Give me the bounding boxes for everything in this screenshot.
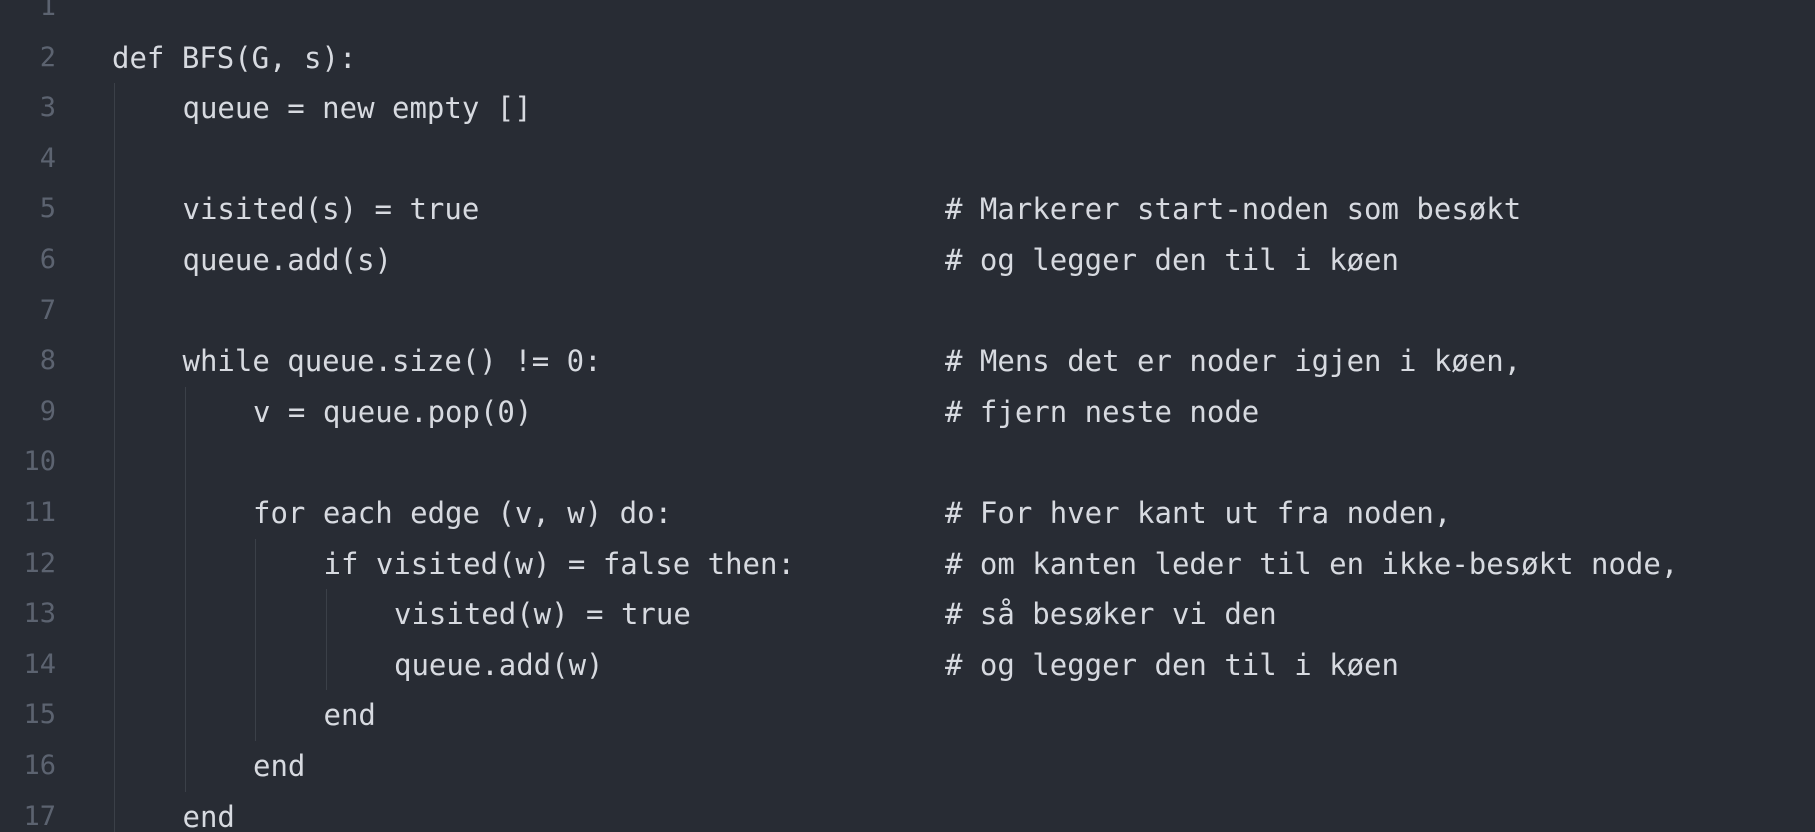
code-line[interactable]: 8 while queue.size() != 0: # Mens det er n…	[0, 336, 1815, 387]
code-area[interactable]: 1 2 def BFS(G, s): 3 queue = new empty [] 4 5 v…	[0, 0, 1815, 832]
line-number: 8	[39, 345, 56, 377]
code-comment: # fjern neste node	[945, 394, 1260, 429]
line-number: 9	[39, 395, 56, 427]
code-line[interactable]: 12 if visited(w) = false then: # om kanten…	[0, 539, 1815, 590]
line-number: 6	[39, 243, 56, 275]
code-line[interactable]: 11 for each edge (v, w) do: # For hver kan…	[0, 488, 1815, 539]
code-comment: # Mens det er noder igjen i køen,	[945, 344, 1522, 379]
line-number: 4	[39, 142, 56, 174]
code-line[interactable]: 9 v = queue.pop(0) # fjern neste node	[0, 387, 1815, 438]
line-number: 7	[39, 294, 56, 326]
code-line[interactable]: 17 end	[0, 792, 1815, 832]
code-comment: # For hver kant ut fra noden,	[945, 495, 1452, 530]
code-editor[interactable]: 1 2 def BFS(G, s): 3 queue = new empty [] 4 5 v…	[0, 0, 1815, 832]
code-text: queue = new empty []	[182, 91, 532, 126]
line-number: 12	[23, 547, 56, 579]
code-line[interactable]: 15 end	[0, 690, 1815, 741]
code-line[interactable]: 1	[0, 0, 1815, 33]
code-line[interactable]: 7	[0, 286, 1815, 337]
code-text: end	[253, 748, 306, 783]
code-line[interactable]: 6 queue.add(s) # og legger den til i køen	[0, 235, 1815, 286]
line-number: 2	[39, 41, 56, 73]
code-comment: # Markerer start-noden som besøkt	[945, 192, 1522, 227]
line-number: 11	[23, 496, 56, 528]
line-number: 13	[23, 598, 56, 630]
line-number: 16	[23, 749, 56, 781]
indent-guide	[325, 589, 327, 691]
line-number: 14	[23, 648, 56, 680]
code-comment: # om kanten leder til en ikke-besøkt nod…	[945, 546, 1679, 581]
code-line[interactable]: 5 visited(s) = true # Markerer start-noden…	[0, 184, 1815, 235]
code-comment: # og legger den til i køen	[945, 242, 1399, 277]
code-text: queue.add(w)	[394, 647, 604, 682]
code-line[interactable]: 4	[0, 134, 1815, 185]
code-text: for each edge (v, w) do:	[253, 495, 673, 530]
code-comment: # så besøker vi den	[945, 597, 1277, 632]
code-text: def BFS(G, s):	[112, 40, 357, 75]
code-comment: # og legger den til i køen	[945, 647, 1399, 682]
line-number: 3	[39, 92, 56, 124]
code-text: end	[182, 799, 235, 832]
line-number: 1	[39, 0, 56, 22]
code-line[interactable]: 3 queue = new empty []	[0, 83, 1815, 134]
code-line[interactable]: 14 queue.add(w) # og legger den til i køen	[0, 640, 1815, 691]
indent-guide	[255, 538, 256, 741]
code-line[interactable]: 2 def BFS(G, s):	[0, 33, 1815, 84]
indent-guide	[184, 386, 186, 792]
code-text: visited(s) = true	[182, 192, 480, 227]
code-text: v = queue.pop(0)	[253, 394, 533, 429]
code-line[interactable]: 16 end	[0, 741, 1815, 792]
line-number: 5	[39, 193, 56, 225]
code-text: visited(w) = true	[394, 597, 691, 632]
line-number: 17	[23, 800, 56, 832]
indent-guide	[114, 83, 115, 832]
code-line[interactable]: 13 visited(w) = true # så besøker vi den	[0, 589, 1815, 640]
code-text: if visited(w) = false then:	[323, 546, 795, 581]
code-line[interactable]: 10	[0, 437, 1815, 488]
line-number: 10	[23, 446, 56, 478]
code-text: end	[323, 698, 376, 733]
code-text: while queue.size() != 0:	[182, 344, 602, 379]
line-number: 15	[23, 699, 56, 731]
code-text: queue.add(s)	[182, 242, 393, 277]
